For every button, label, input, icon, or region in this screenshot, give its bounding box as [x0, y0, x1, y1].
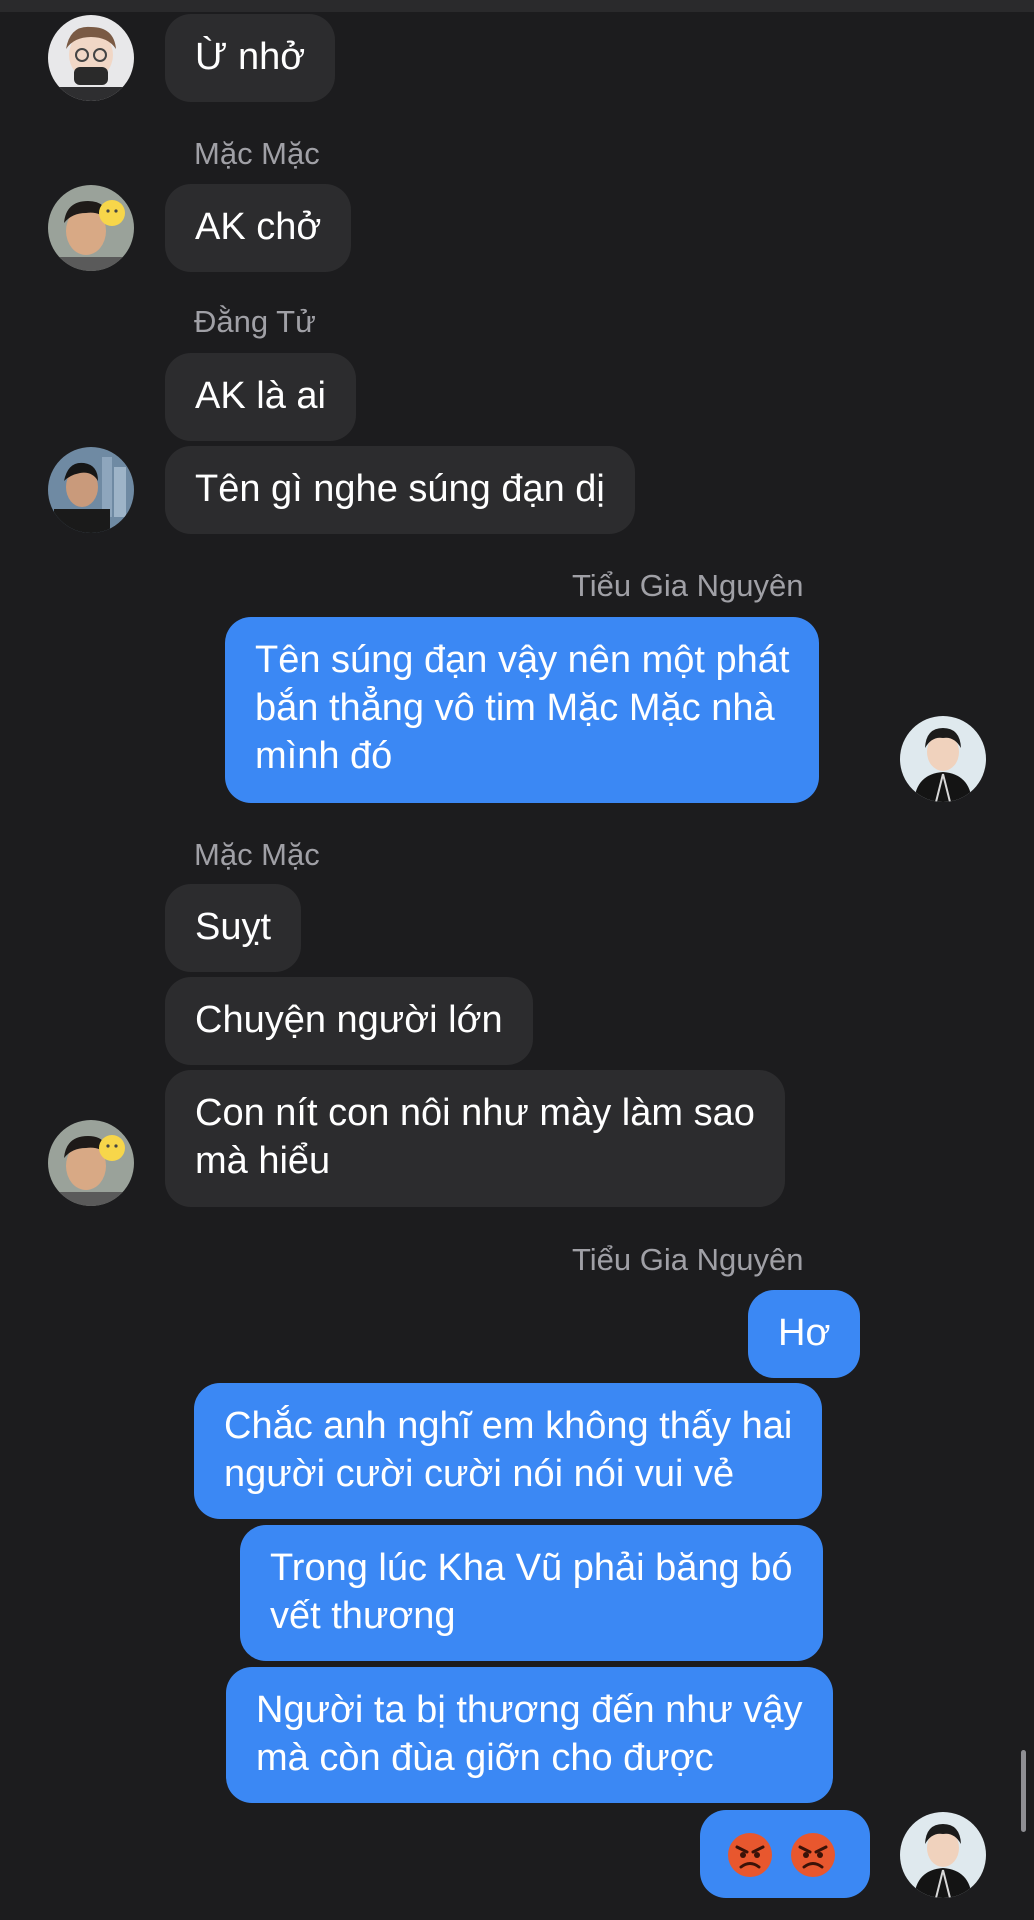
message-bubble[interactable]: Hơ: [748, 1290, 861, 1378]
message-bubble[interactable]: AK chở: [165, 184, 352, 272]
message-text-line: Trong lúc Kha Vũ phải băng bó: [270, 1547, 793, 1589]
message-text: Chuyện người lớn: [195, 999, 503, 1041]
message-text-line: Con nít con nôi như mày làm sao: [195, 1092, 755, 1134]
message-bubble[interactable]: Chuyện người lớn: [165, 977, 533, 1065]
avatar-mac-mac[interactable]: [48, 185, 134, 271]
angry-face-icon: [728, 1832, 772, 1877]
message-bubble-emoji[interactable]: [700, 1810, 870, 1898]
message-text-line: Chắc anh nghĩ em không thấy hai: [224, 1405, 793, 1447]
message-text-line: người cười cười nói nói vui vẻ: [224, 1453, 735, 1495]
avatar-mac-mac[interactable]: [48, 1120, 134, 1206]
message-bubble[interactable]: Người ta bị thương đến như vậy mà còn đù…: [226, 1667, 833, 1803]
message-text-line: vết thương: [270, 1595, 456, 1637]
avatar-tieu-gia-nguyen[interactable]: [900, 1812, 986, 1898]
message-text-line: mình đó: [255, 735, 393, 777]
avatar-user-1[interactable]: [48, 15, 134, 101]
message-text: Ừ nhở: [195, 36, 306, 78]
message-text-line: Người ta bị thương đến như vậy: [256, 1689, 803, 1731]
message-bubble[interactable]: Ừ nhở: [165, 14, 336, 102]
angry-face-icon: [790, 1832, 835, 1877]
message-text-line: Tên súng đạn vậy nên một phát: [255, 639, 790, 681]
message-bubble[interactable]: Con nít con nôi như mày làm sao mà hiểu: [165, 1070, 785, 1207]
sender-name: Đằng Tử: [194, 304, 316, 339]
scrollbar-thumb[interactable]: [1021, 1750, 1026, 1832]
message-text: Tên gì nghe súng đạn dị: [195, 468, 605, 510]
message-bubble[interactable]: Tên gì nghe súng đạn dị: [165, 446, 635, 534]
message-text: AK chở: [195, 206, 322, 248]
message-text: Suỵt: [195, 906, 272, 948]
avatar-tieu-gia-nguyen[interactable]: [900, 716, 986, 802]
top-bar: [0, 0, 1034, 12]
sender-name: Mặc Mặc: [194, 136, 320, 171]
message-text: Hơ: [778, 1312, 831, 1354]
message-text-line: mà còn đùa giỡn cho được: [256, 1737, 714, 1779]
avatar-dang-tu[interactable]: [48, 447, 134, 533]
message-text-line: bắn thẳng vô tim Mặc Mặc nhà: [255, 687, 775, 729]
sender-name: Mặc Mặc: [194, 837, 320, 872]
message-bubble[interactable]: Trong lúc Kha Vũ phải băng bó vết thương: [240, 1525, 823, 1661]
message-text-line: mà hiểu: [195, 1140, 331, 1182]
sender-name: Tiểu Gia Nguyên: [572, 568, 804, 603]
sender-name: Tiểu Gia Nguyên: [572, 1242, 804, 1277]
message-bubble[interactable]: AK là ai: [165, 353, 356, 441]
message-text: AK là ai: [195, 375, 326, 417]
message-bubble[interactable]: Tên súng đạn vậy nên một phát bắn thẳng …: [225, 617, 820, 803]
message-bubble[interactable]: Suỵt: [165, 884, 302, 972]
message-bubble[interactable]: Chắc anh nghĩ em không thấy hai người cư…: [194, 1383, 823, 1519]
